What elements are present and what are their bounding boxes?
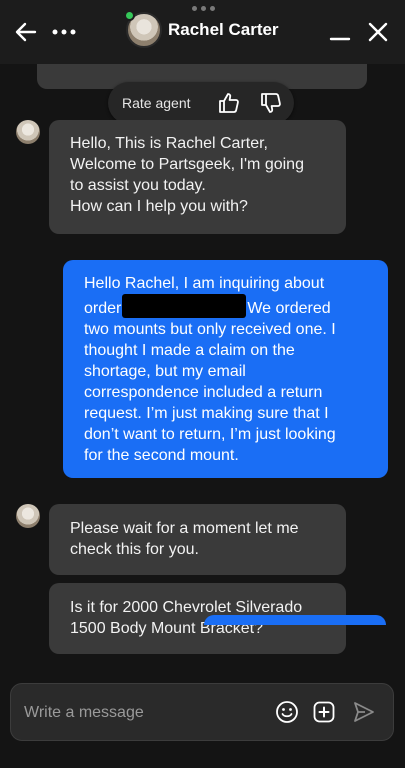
- agent-message-avatar: [16, 504, 40, 528]
- message-input[interactable]: [24, 702, 254, 724]
- online-status-dot: [124, 10, 135, 21]
- message-line: How can I help you with?: [70, 198, 248, 215]
- message-line: thought I made a claim on the: [84, 342, 295, 359]
- message-line: order We ordered: [84, 294, 388, 319]
- emoji-icon: [276, 701, 298, 723]
- message-line: Hello Rachel, I am inquiring about: [84, 275, 325, 292]
- emoji-button[interactable]: [274, 699, 300, 725]
- message-text: order: [84, 300, 122, 317]
- message-text: We ordered: [247, 300, 331, 317]
- message-line: shortage, but my email: [84, 363, 246, 380]
- message-line: Please wait for a moment let me: [70, 520, 299, 537]
- message-line: Welcome to Partsgeek, I'm going: [70, 156, 304, 173]
- message-line: request. I’m just making sure that I: [84, 405, 329, 422]
- back-button[interactable]: [12, 18, 40, 46]
- rate-agent-bar: Rate agent: [108, 82, 294, 124]
- more-icon: [52, 29, 76, 35]
- chat-header: Rachel Carter: [0, 0, 405, 64]
- redacted-order-number: [122, 294, 247, 318]
- message-line: don’t want to return, I’m just looking: [84, 426, 336, 443]
- rate-agent-label: Rate agent: [122, 95, 191, 111]
- message-line: Hello, This is Rachel Carter,: [70, 135, 268, 152]
- thumbs-down-button[interactable]: [256, 88, 286, 118]
- message-line: for the second mount.: [84, 447, 239, 464]
- agent-message-bubble: Hello, This is Rachel Carter, Welcome to…: [49, 120, 346, 234]
- more-options-button[interactable]: [50, 18, 78, 46]
- send-button[interactable]: [351, 699, 377, 725]
- minimize-icon: [329, 37, 351, 41]
- agent-avatar: [124, 10, 162, 48]
- back-arrow-icon: [15, 22, 37, 42]
- close-button[interactable]: [364, 18, 392, 46]
- message-line: correspondence included a return: [84, 384, 323, 401]
- message-line: check this for you.: [70, 541, 199, 558]
- close-icon: [368, 22, 388, 42]
- thumbs-up-icon: [219, 93, 239, 113]
- message-list[interactable]: Rate agent Hello, This is Rachel Carter,…: [0, 64, 405, 674]
- minimize-button[interactable]: [326, 18, 354, 46]
- drag-handle[interactable]: [189, 6, 217, 12]
- attach-button[interactable]: [311, 699, 337, 725]
- thumbs-down-icon: [261, 93, 281, 113]
- user-message-bubble: Hello Rachel, I am inquiring about order…: [63, 260, 388, 478]
- agent-message-bubble: Please wait for a moment let me check th…: [49, 504, 346, 575]
- attach-plus-icon: [313, 701, 335, 723]
- message-line: to assist you today.: [70, 177, 206, 194]
- message-composer: [10, 683, 394, 741]
- incoming-user-bubble-edge: [204, 615, 386, 625]
- message-line: two mounts but only received one. I: [84, 321, 336, 338]
- agent-name: Rachel Carter: [168, 20, 279, 39]
- send-icon: [354, 702, 374, 722]
- thumbs-up-button[interactable]: [214, 88, 244, 118]
- agent-message-avatar: [16, 120, 40, 144]
